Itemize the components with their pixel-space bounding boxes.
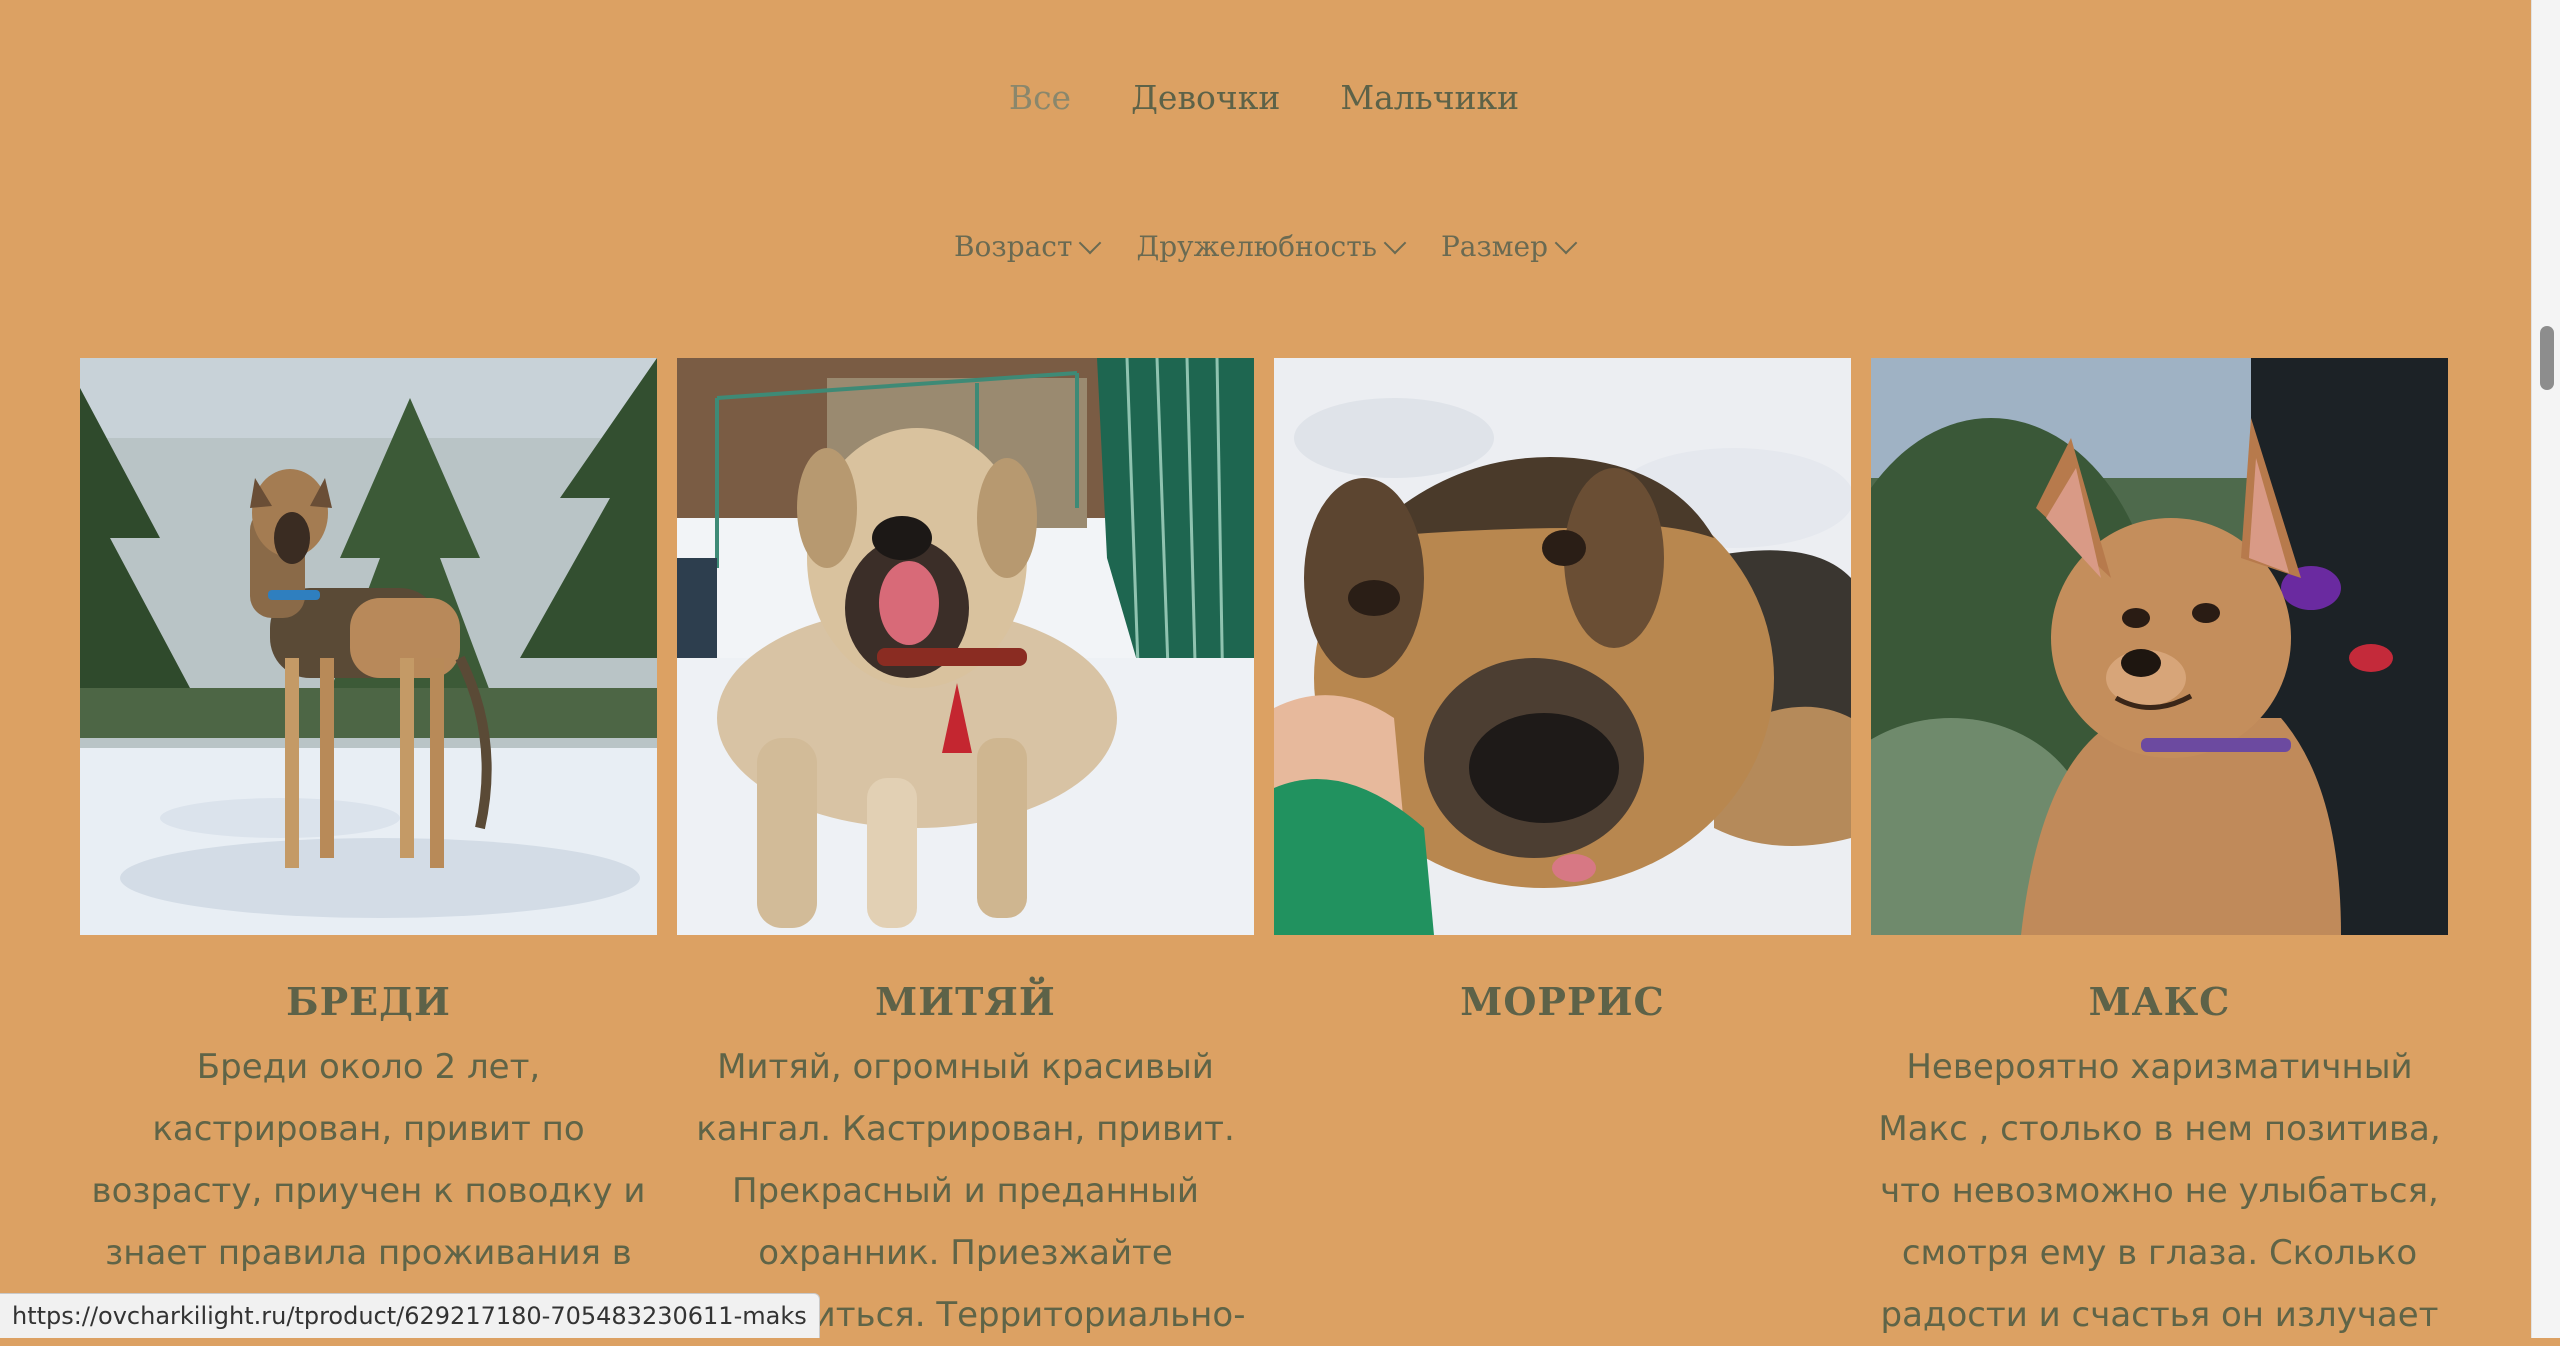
dog-description: Невероятно харизматичный Макс , столько …	[1878, 1047, 2441, 1335]
dog-name[interactable]: МАКС	[1871, 979, 2448, 1024]
dog-name[interactable]: БРЕДИ	[80, 979, 657, 1024]
dog-photo-maks[interactable]	[1871, 358, 2448, 935]
tab-all[interactable]: Все	[1009, 78, 1071, 117]
dog-name[interactable]: МИТЯЙ	[677, 979, 1254, 1024]
chevron-down-icon	[1554, 231, 1578, 254]
filter-friendliness-label: Дружелюбность	[1136, 230, 1377, 263]
filter-size-label: Размер	[1440, 230, 1549, 263]
filter-friendliness-dropdown[interactable]: Дружелюбность	[1136, 230, 1407, 263]
dog-card-bredi[interactable]: БРЕДИ Бреди около 2 лет, кастрирован, пр…	[80, 358, 657, 1346]
scrollbar-thumb[interactable]	[2540, 326, 2554, 390]
dog-card-grid: БРЕДИ Бреди около 2 лет, кастрирован, пр…	[80, 358, 2448, 1346]
dog-card-maks[interactable]: МАКС Невероятно харизматичный Макс , сто…	[1871, 358, 2448, 1346]
dog-card-morris[interactable]: МОРРИС	[1274, 358, 1851, 1346]
dog-photo-morris[interactable]	[1274, 358, 1851, 935]
link-status-bar: https://ovcharkilight.ru/tproduct/629217…	[0, 1293, 820, 1338]
filter-bar: Возраст Дружелюбность Размер	[0, 230, 2528, 263]
dog-card-mityai[interactable]: МИТЯЙ Митяй, огромный красивый кангал. К…	[677, 358, 1254, 1346]
dog-photo-bredi[interactable]	[80, 358, 657, 935]
tab-girls[interactable]: Девочки	[1131, 78, 1280, 117]
filter-age-label: Возраст	[953, 230, 1073, 263]
dog-name[interactable]: МОРРИС	[1274, 979, 1851, 1024]
chevron-down-icon	[1383, 231, 1407, 254]
dog-photo-mityai[interactable]	[677, 358, 1254, 935]
chevron-down-icon	[1079, 231, 1102, 254]
filter-age-dropdown[interactable]: Возраст	[953, 230, 1102, 263]
tab-boys[interactable]: Мальчики	[1340, 78, 1519, 117]
page-scrollbar[interactable]	[2531, 0, 2560, 1338]
filter-size-dropdown[interactable]: Размер	[1440, 230, 1578, 263]
category-tabs: Все Девочки Мальчики	[0, 78, 2528, 117]
